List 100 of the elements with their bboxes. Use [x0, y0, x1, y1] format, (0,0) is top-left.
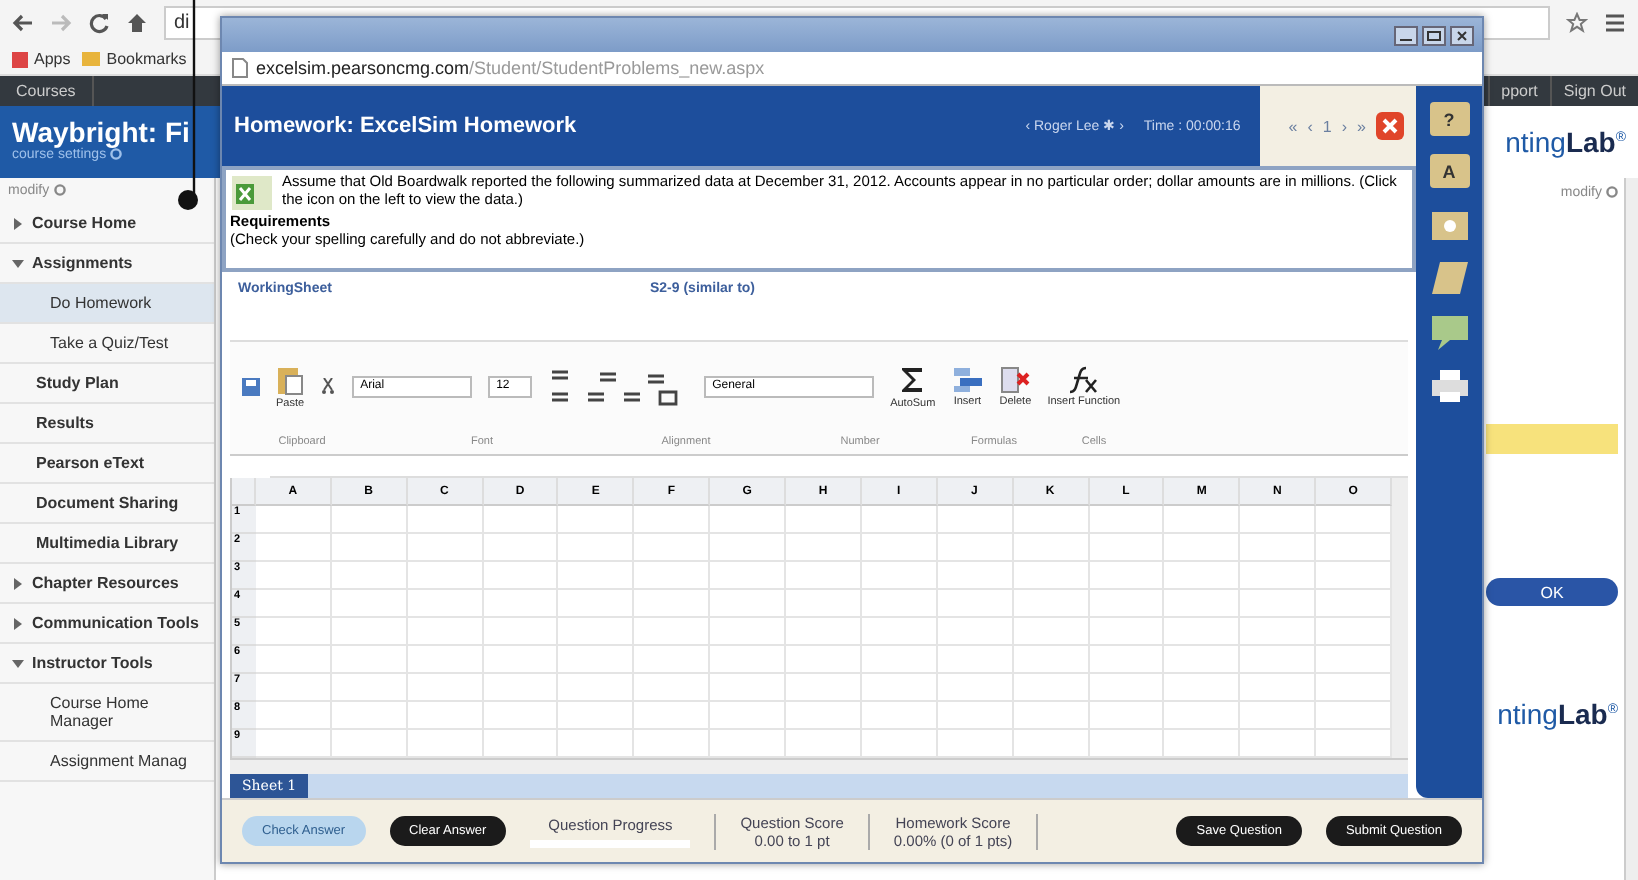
select-all-corner[interactable]	[232, 478, 256, 506]
spreadsheet-cell[interactable]	[861, 506, 938, 534]
spreadsheet-icon[interactable]	[230, 172, 274, 212]
close-icon[interactable]	[1376, 112, 1404, 140]
spreadsheet-cell[interactable]	[710, 534, 787, 562]
spreadsheet-cell[interactable]	[331, 702, 408, 730]
spreadsheet-cell[interactable]	[1013, 534, 1090, 562]
spreadsheet-cell[interactable]	[1089, 590, 1165, 618]
spreadsheet-cell[interactable]	[1013, 562, 1090, 590]
spreadsheet-cell[interactable]	[1316, 674, 1392, 702]
spreadsheet-cell[interactable]	[407, 506, 484, 534]
spreadsheet-cell[interactable]	[1089, 506, 1165, 534]
spreadsheet-cell[interactable]	[786, 506, 862, 534]
close-icon[interactable]	[1450, 25, 1474, 45]
spreadsheet-cell[interactable]	[331, 618, 408, 646]
chat-icon[interactable]	[1429, 314, 1469, 350]
spreadsheet-cell[interactable]	[483, 506, 559, 534]
spreadsheet-cell[interactable]	[256, 534, 332, 562]
spreadsheet-cell[interactable]	[256, 674, 332, 702]
spreadsheet-cell[interactable]	[407, 534, 484, 562]
spreadsheet-cell[interactable]	[331, 534, 408, 562]
spreadsheet-cell[interactable]	[861, 590, 938, 618]
spreadsheet-cell[interactable]	[1240, 506, 1317, 534]
spreadsheet-cell[interactable]	[558, 562, 635, 590]
pager-link[interactable]: ‹	[1307, 117, 1313, 135]
spreadsheet-cell[interactable]	[1164, 674, 1241, 702]
spreadsheet-cell[interactable]	[710, 646, 787, 674]
spreadsheet-cell[interactable]	[1089, 562, 1165, 590]
spreadsheet-cell[interactable]	[937, 506, 1014, 534]
spreadsheet-cell[interactable]	[1164, 618, 1241, 646]
spreadsheet-cell[interactable]	[786, 534, 862, 562]
spreadsheet-cell[interactable]	[256, 506, 332, 534]
save-icon[interactable]	[242, 377, 260, 395]
spreadsheet-cell[interactable]	[937, 618, 1014, 646]
spreadsheet-cell[interactable]	[483, 618, 559, 646]
sidebar-item[interactable]: Course Home Manager	[0, 684, 214, 742]
scissors-icon[interactable]	[320, 378, 337, 394]
spreadsheet-cell[interactable]	[407, 562, 484, 590]
forward-icon[interactable]	[50, 11, 72, 33]
spreadsheet-cell[interactable]	[710, 506, 787, 534]
pager-link[interactable]: »	[1357, 117, 1366, 135]
spreadsheet-cell[interactable]	[331, 590, 408, 618]
spreadsheet-cell[interactable]	[861, 646, 938, 674]
spreadsheet-cell[interactable]	[331, 562, 408, 590]
spreadsheet-cell[interactable]	[786, 674, 862, 702]
spreadsheet-cell[interactable]	[483, 702, 559, 730]
spreadsheet-cell[interactable]	[937, 562, 1014, 590]
spreadsheet-cell[interactable]	[1089, 618, 1165, 646]
spreadsheet-cell[interactable]	[331, 674, 408, 702]
spreadsheet-cell[interactable]	[407, 702, 484, 730]
spreadsheet-cell[interactable]	[483, 646, 559, 674]
spreadsheet-cell[interactable]	[1013, 590, 1090, 618]
spreadsheet-cell[interactable]	[861, 562, 938, 590]
spreadsheet-cell[interactable]	[1240, 590, 1317, 618]
sidebar-item[interactable]: Pearson eText	[0, 444, 214, 484]
spreadsheet-cell[interactable]	[634, 646, 711, 674]
sidebar-item[interactable]: Take a Quiz/Test	[0, 324, 214, 364]
spreadsheet-cell[interactable]	[1240, 702, 1317, 730]
spreadsheet-cell[interactable]	[1164, 590, 1241, 618]
box-icon[interactable]	[1429, 206, 1469, 242]
spreadsheet-cell[interactable]	[710, 590, 787, 618]
sidebar-section[interactable]: Instructor Tools	[0, 644, 214, 684]
spreadsheet-cell[interactable]	[634, 702, 711, 730]
spreadsheet-cell[interactable]	[1164, 702, 1241, 730]
spreadsheet-cell[interactable]	[558, 618, 635, 646]
spreadsheet-cell[interactable]	[634, 590, 711, 618]
home-icon[interactable]	[126, 11, 148, 33]
spreadsheet-cell[interactable]	[861, 702, 938, 730]
spreadsheet-cell[interactable]	[1013, 702, 1090, 730]
glossary-button[interactable]: A	[1429, 154, 1469, 188]
sidebar-item[interactable]: Document Sharing	[0, 484, 214, 524]
spreadsheet-cell[interactable]	[558, 674, 635, 702]
spreadsheet-cell[interactable]	[1089, 534, 1165, 562]
spreadsheet-cell[interactable]	[1164, 646, 1241, 674]
spreadsheet-cell[interactable]	[558, 702, 635, 730]
help-button[interactable]: ?	[1429, 102, 1469, 136]
notepad-icon[interactable]	[1429, 260, 1469, 296]
reload-icon[interactable]	[88, 11, 110, 33]
pager-link[interactable]: «	[1288, 117, 1298, 135]
spreadsheet-cell[interactable]	[786, 590, 862, 618]
spreadsheet-cell[interactable]	[1316, 590, 1392, 618]
star-icon[interactable]	[1566, 11, 1588, 33]
spreadsheet-cell[interactable]	[1089, 674, 1165, 702]
spreadsheet-cell[interactable]	[710, 562, 787, 590]
pager-link[interactable]: 1	[1322, 117, 1332, 135]
spreadsheet-cell[interactable]	[786, 646, 862, 674]
spreadsheet-cell[interactable]	[1316, 562, 1392, 590]
spreadsheet-cell[interactable]	[1164, 506, 1241, 534]
spreadsheet-cell[interactable]	[1316, 506, 1392, 534]
spreadsheet-cell[interactable]	[1013, 674, 1090, 702]
sidebar-section[interactable]: Chapter Resources	[0, 564, 214, 604]
sidebar-item[interactable]: Study Plan	[0, 364, 214, 404]
spreadsheet-cell[interactable]	[1013, 618, 1090, 646]
spreadsheet-cell[interactable]	[1316, 702, 1392, 730]
spreadsheet-cell[interactable]	[407, 618, 484, 646]
spreadsheet-cell[interactable]	[786, 702, 862, 730]
maximize-icon[interactable]	[1422, 25, 1446, 45]
spreadsheet-cell[interactable]	[483, 534, 559, 562]
spreadsheet-cell[interactable]	[1164, 562, 1241, 590]
sidebar-item[interactable]: Do Homework	[0, 284, 214, 324]
